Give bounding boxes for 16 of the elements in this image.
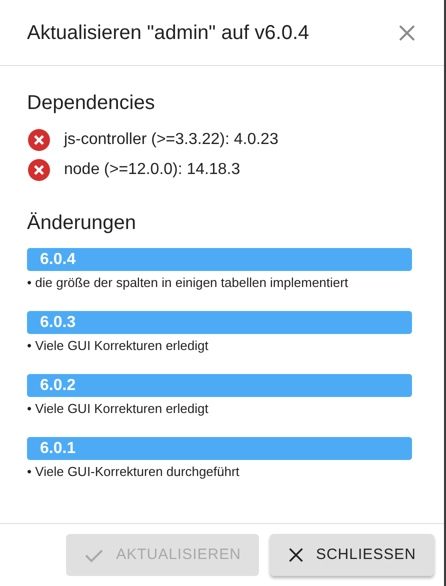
close-icon[interactable]	[398, 24, 416, 42]
version-bar: 6.0.3	[27, 311, 412, 334]
section-heading: Dependencies	[27, 91, 156, 116]
change-note: • Viele GUI Korrekturen erledigt	[27, 400, 210, 417]
change-note: • Viele GUI-Korrekturen durchgeführt	[27, 463, 240, 480]
version-bar: 6.0.4	[27, 248, 412, 271]
change-note: • die größe der spalten in einigen tabellen implementiert	[27, 274, 350, 291]
change-note: • Viele GUI Korrekturen erledigt	[27, 337, 210, 354]
dependency-text: node (>=12.0.0): 14.18.3	[64, 160, 240, 180]
close-icon	[288, 547, 304, 563]
dialog-title: Aktualisieren "admin" auf v6.0.4	[27, 20, 310, 46]
section-heading: Änderungen	[27, 211, 137, 236]
version-bar: 6.0.2	[27, 374, 412, 397]
version-bar: 6.0.1	[27, 437, 412, 460]
close-button[interactable]: SCHLIESSEN	[270, 534, 434, 576]
dependency-text: js-controller (>=3.3.22): 4.0.23	[64, 130, 278, 150]
